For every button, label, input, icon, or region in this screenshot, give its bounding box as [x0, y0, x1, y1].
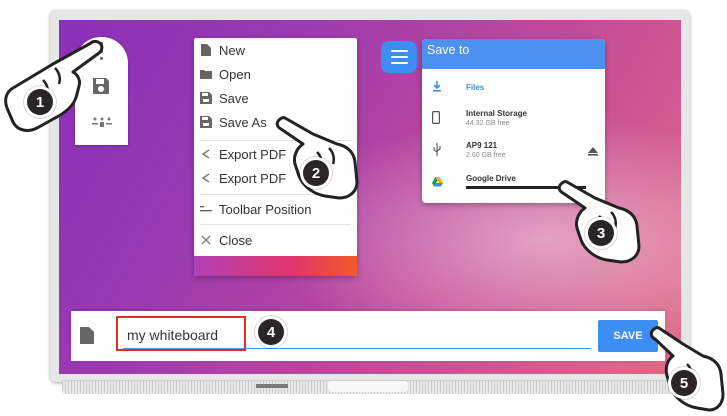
step-number: 2 — [303, 160, 329, 186]
step-badge-5: 5 — [668, 367, 700, 399]
menu-item-label: Close — [219, 232, 253, 248]
share-icon — [199, 147, 213, 161]
step-badge-3: 3 — [585, 217, 617, 249]
download-icon — [433, 81, 441, 92]
step-number: 3 — [588, 220, 614, 246]
save-to-title: Save to — [427, 43, 470, 57]
menu-brand-strip — [194, 256, 357, 276]
monitor-control-panel — [328, 381, 408, 392]
phone-icon — [432, 111, 440, 124]
file-icon — [80, 327, 94, 344]
location-name: Internal Storage — [466, 109, 527, 118]
menu-item-label: Save As — [219, 114, 267, 130]
folder-icon — [199, 67, 213, 81]
location-free-space: 44.32 GB free — [466, 120, 510, 127]
location-free-space: 2.60 GB free — [466, 152, 506, 159]
location-files[interactable]: Files — [422, 77, 605, 97]
menu-item-new[interactable]: New — [194, 39, 357, 61]
pointing-hand-icon — [4, 39, 104, 132]
step-number: 5 — [671, 370, 697, 396]
usb-icon — [433, 143, 441, 156]
save-to-header: Save to — [422, 39, 605, 69]
drive-icon — [432, 177, 443, 187]
monitor-logo — [256, 384, 288, 388]
step-badge-1: 1 — [24, 86, 56, 118]
menu-divider — [200, 224, 351, 225]
menu-item-label: Open — [219, 66, 251, 82]
location-name: AP9 121 — [466, 141, 498, 150]
hamburger-menu-icon[interactable] — [381, 41, 417, 73]
location-usb-drive[interactable]: AP9 121 2.60 GB free — [422, 139, 605, 165]
toolbar-position-icon — [199, 202, 213, 216]
menu-item-save[interactable]: Save — [194, 87, 357, 109]
location-internal-storage[interactable]: Internal Storage 44.32 GB free — [422, 107, 605, 133]
menu-item-label: Save — [219, 90, 249, 106]
step-badge-2: 2 — [300, 157, 332, 189]
close-icon — [199, 233, 213, 247]
step-number: 1 — [27, 89, 53, 115]
step-number: 4 — [258, 319, 284, 345]
menu-item-close[interactable]: Close — [194, 229, 357, 251]
floppy-icon — [199, 91, 213, 105]
eject-icon[interactable] — [588, 147, 598, 156]
filename-highlight-box — [116, 316, 246, 351]
location-name: Google Drive — [466, 174, 516, 183]
menu-item-label: Toolbar Position — [219, 201, 312, 217]
menu-item-open[interactable]: Open — [194, 63, 357, 85]
location-name: Files — [466, 83, 485, 92]
menu-item-label: New — [219, 42, 246, 58]
share-icon — [199, 171, 213, 185]
floppy-icon — [199, 115, 213, 129]
step-badge-4: 4 — [255, 316, 287, 348]
file-icon — [199, 43, 213, 57]
